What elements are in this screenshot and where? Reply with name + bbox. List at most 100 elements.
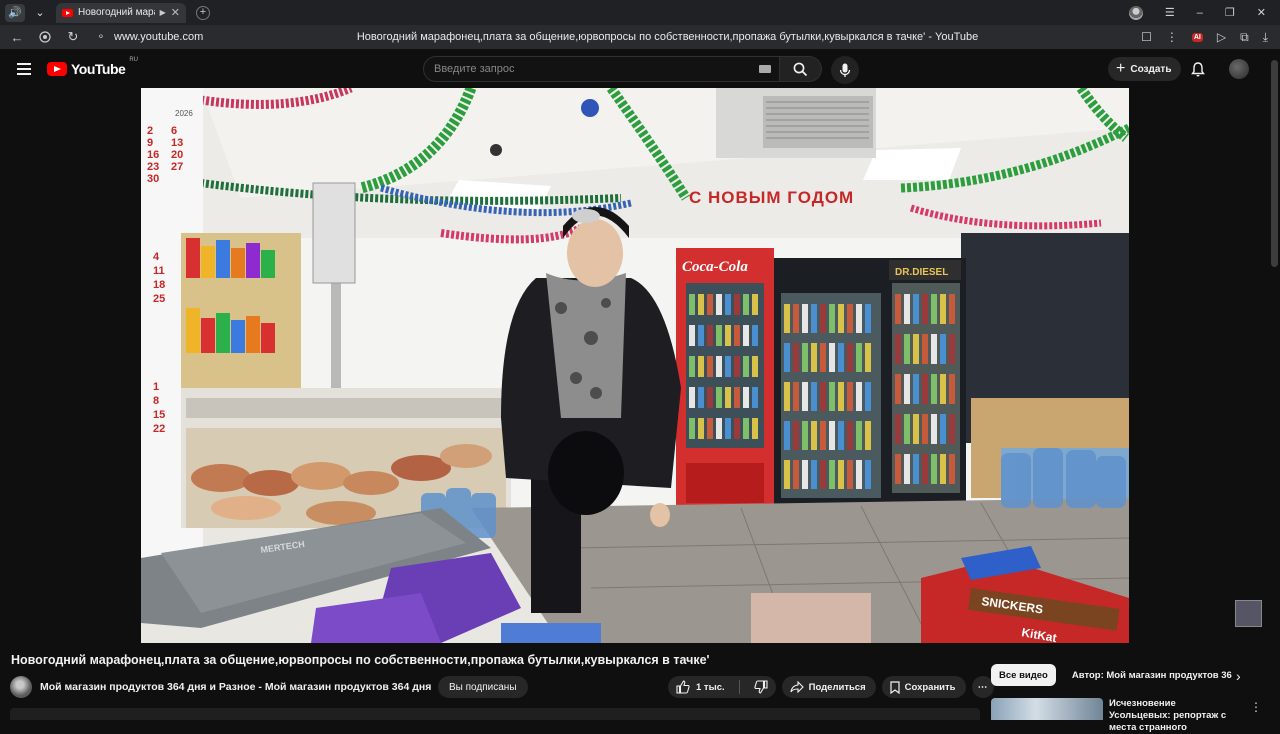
chip-author[interactable]: Автор: Мой магазин продуктов 364 дня — [1063, 664, 1232, 686]
youtube-logo[interactable]: YouTube RU — [47, 57, 138, 77]
download-icon[interactable]: ⤓ — [1263, 30, 1268, 45]
bottle — [752, 294, 758, 315]
bottle — [820, 304, 826, 333]
bottle — [689, 356, 695, 377]
bottle — [913, 294, 919, 324]
new-tab-button[interactable]: + — [196, 5, 210, 20]
bottle — [856, 421, 862, 450]
collections-icon[interactable]: ⧉ — [1240, 30, 1249, 45]
ai-extension-icon[interactable]: AI — [1191, 32, 1203, 42]
share-button[interactable]: Поделиться — [781, 676, 876, 698]
back-icon[interactable]: ← — [6, 26, 28, 48]
recommended-thumbnail[interactable] — [991, 698, 1103, 720]
video-frame: С НОВЫМ ГОДОМ 2026 2 69 1316 2023 2730411182… — [141, 88, 1129, 643]
bottle — [725, 294, 731, 315]
bottle — [802, 343, 808, 372]
create-button[interactable]: + Создать — [1108, 57, 1182, 81]
page-scrollbar[interactable] — [1271, 60, 1278, 267]
search-button[interactable] — [780, 56, 822, 82]
thumbs-down-icon[interactable] — [753, 680, 768, 694]
bottle — [949, 334, 955, 364]
bottle — [725, 418, 731, 439]
bottle — [904, 414, 910, 444]
bottle — [734, 294, 740, 315]
bottle — [949, 294, 955, 324]
tab-audio-icon[interactable]: 🔊 — [5, 3, 25, 22]
bottle — [802, 421, 808, 450]
browser-menu-icon[interactable]: ☰ — [1165, 6, 1175, 19]
like-count[interactable]: 1 тыс. — [696, 682, 725, 693]
bottle — [904, 294, 910, 324]
bottle — [931, 334, 937, 364]
bottle — [820, 343, 826, 372]
browser-profile-icon[interactable] — [1128, 5, 1143, 20]
video-player[interactable]: С НОВЫМ ГОДОМ 2026 2 6 9 13 16 20 23 27 30 4 11 18 2… — [141, 88, 1129, 643]
site-info-icon[interactable]: ⚬ — [90, 26, 112, 48]
bottle — [922, 374, 928, 404]
recommended-title[interactable]: Исчезновение Усольцевых: репортаж с мест… — [1109, 698, 1239, 734]
more-vert-icon[interactable]: ⋮ — [1166, 30, 1178, 44]
tab-list-chevron-icon[interactable]: ⌄ — [30, 4, 50, 22]
calendar-day: 4 — [153, 251, 160, 263]
bottle — [752, 418, 758, 439]
bottle — [922, 334, 928, 364]
notifications-bell-icon[interactable] — [1191, 62, 1205, 77]
bottle — [922, 294, 928, 324]
subscribed-button[interactable]: Вы подписаны — [438, 676, 528, 698]
tab-speaker-icon[interactable]: ▶ — [160, 8, 166, 17]
save-button[interactable]: Сохранить — [881, 676, 966, 698]
browser-tab[interactable]: Новогодний мараф ▶ ✕ — [56, 2, 186, 23]
bottle — [698, 356, 704, 377]
thumbs-up-icon[interactable] — [676, 680, 690, 694]
channel-name[interactable]: Мой магазин продуктов 364 дня и Разное -… — [40, 681, 431, 693]
calendar-day: 9 — [147, 137, 153, 149]
bottle — [725, 325, 731, 346]
channel-avatar[interactable] — [10, 676, 32, 698]
bottle — [829, 382, 835, 411]
restore-icon[interactable]: ❐ — [1225, 6, 1235, 19]
bottle — [895, 454, 901, 484]
keyboard-icon[interactable] — [759, 65, 771, 73]
tab-close-icon[interactable]: ✕ — [171, 6, 180, 19]
voice-search-button[interactable] — [831, 56, 859, 84]
bottle — [865, 304, 871, 333]
bottle — [820, 421, 826, 450]
coca-cola-text: Coca-Cola — [682, 259, 748, 275]
guide-menu-icon[interactable] — [17, 63, 31, 75]
calendar-day: 16 — [147, 149, 159, 161]
bottle — [904, 454, 910, 484]
bottle — [734, 387, 740, 408]
youtube-masthead: YouTube RU + Создать — [0, 50, 1280, 88]
bottle — [949, 374, 955, 404]
bottle — [820, 460, 826, 489]
bottle — [734, 356, 740, 377]
close-window-icon[interactable]: ✕ — [1257, 6, 1266, 19]
protect-icon[interactable] — [34, 26, 56, 48]
description-box-edge[interactable] — [10, 708, 980, 720]
bottle — [784, 382, 790, 411]
url-field[interactable]: www.youtube.com — [114, 31, 284, 43]
create-label: Создать — [1130, 63, 1172, 75]
chip-all-videos[interactable]: Все видео — [991, 664, 1056, 686]
bottle — [689, 418, 695, 439]
bottle — [838, 421, 844, 450]
miniplayer-thumbnail[interactable] — [1235, 600, 1262, 627]
minimize-icon[interactable]: – — [1197, 7, 1203, 19]
recommended-video[interactable]: Исчезновение Усольцевых: репортаж с мест… — [991, 698, 1239, 734]
video-title: Новогодний марафонец,плата за общение,юр… — [11, 653, 710, 667]
chips-next-arrow-icon[interactable]: › — [1236, 668, 1241, 684]
recommended-more-icon[interactable]: ⋮ — [1250, 700, 1262, 714]
search-input[interactable] — [434, 63, 759, 75]
bottle — [707, 325, 713, 346]
reload-icon[interactable]: ↻ — [62, 26, 84, 48]
bottle — [743, 294, 749, 315]
bottle — [784, 460, 790, 489]
share-label: Поделиться — [808, 681, 866, 693]
account-avatar[interactable] — [1229, 59, 1249, 79]
bottle — [811, 460, 817, 489]
calendar-day: 1 — [153, 381, 159, 393]
media-icon[interactable]: ▷ — [1217, 30, 1226, 44]
bottle — [698, 418, 704, 439]
bookmark-icon[interactable]: ☐ — [1141, 30, 1152, 44]
bottle — [940, 454, 946, 484]
